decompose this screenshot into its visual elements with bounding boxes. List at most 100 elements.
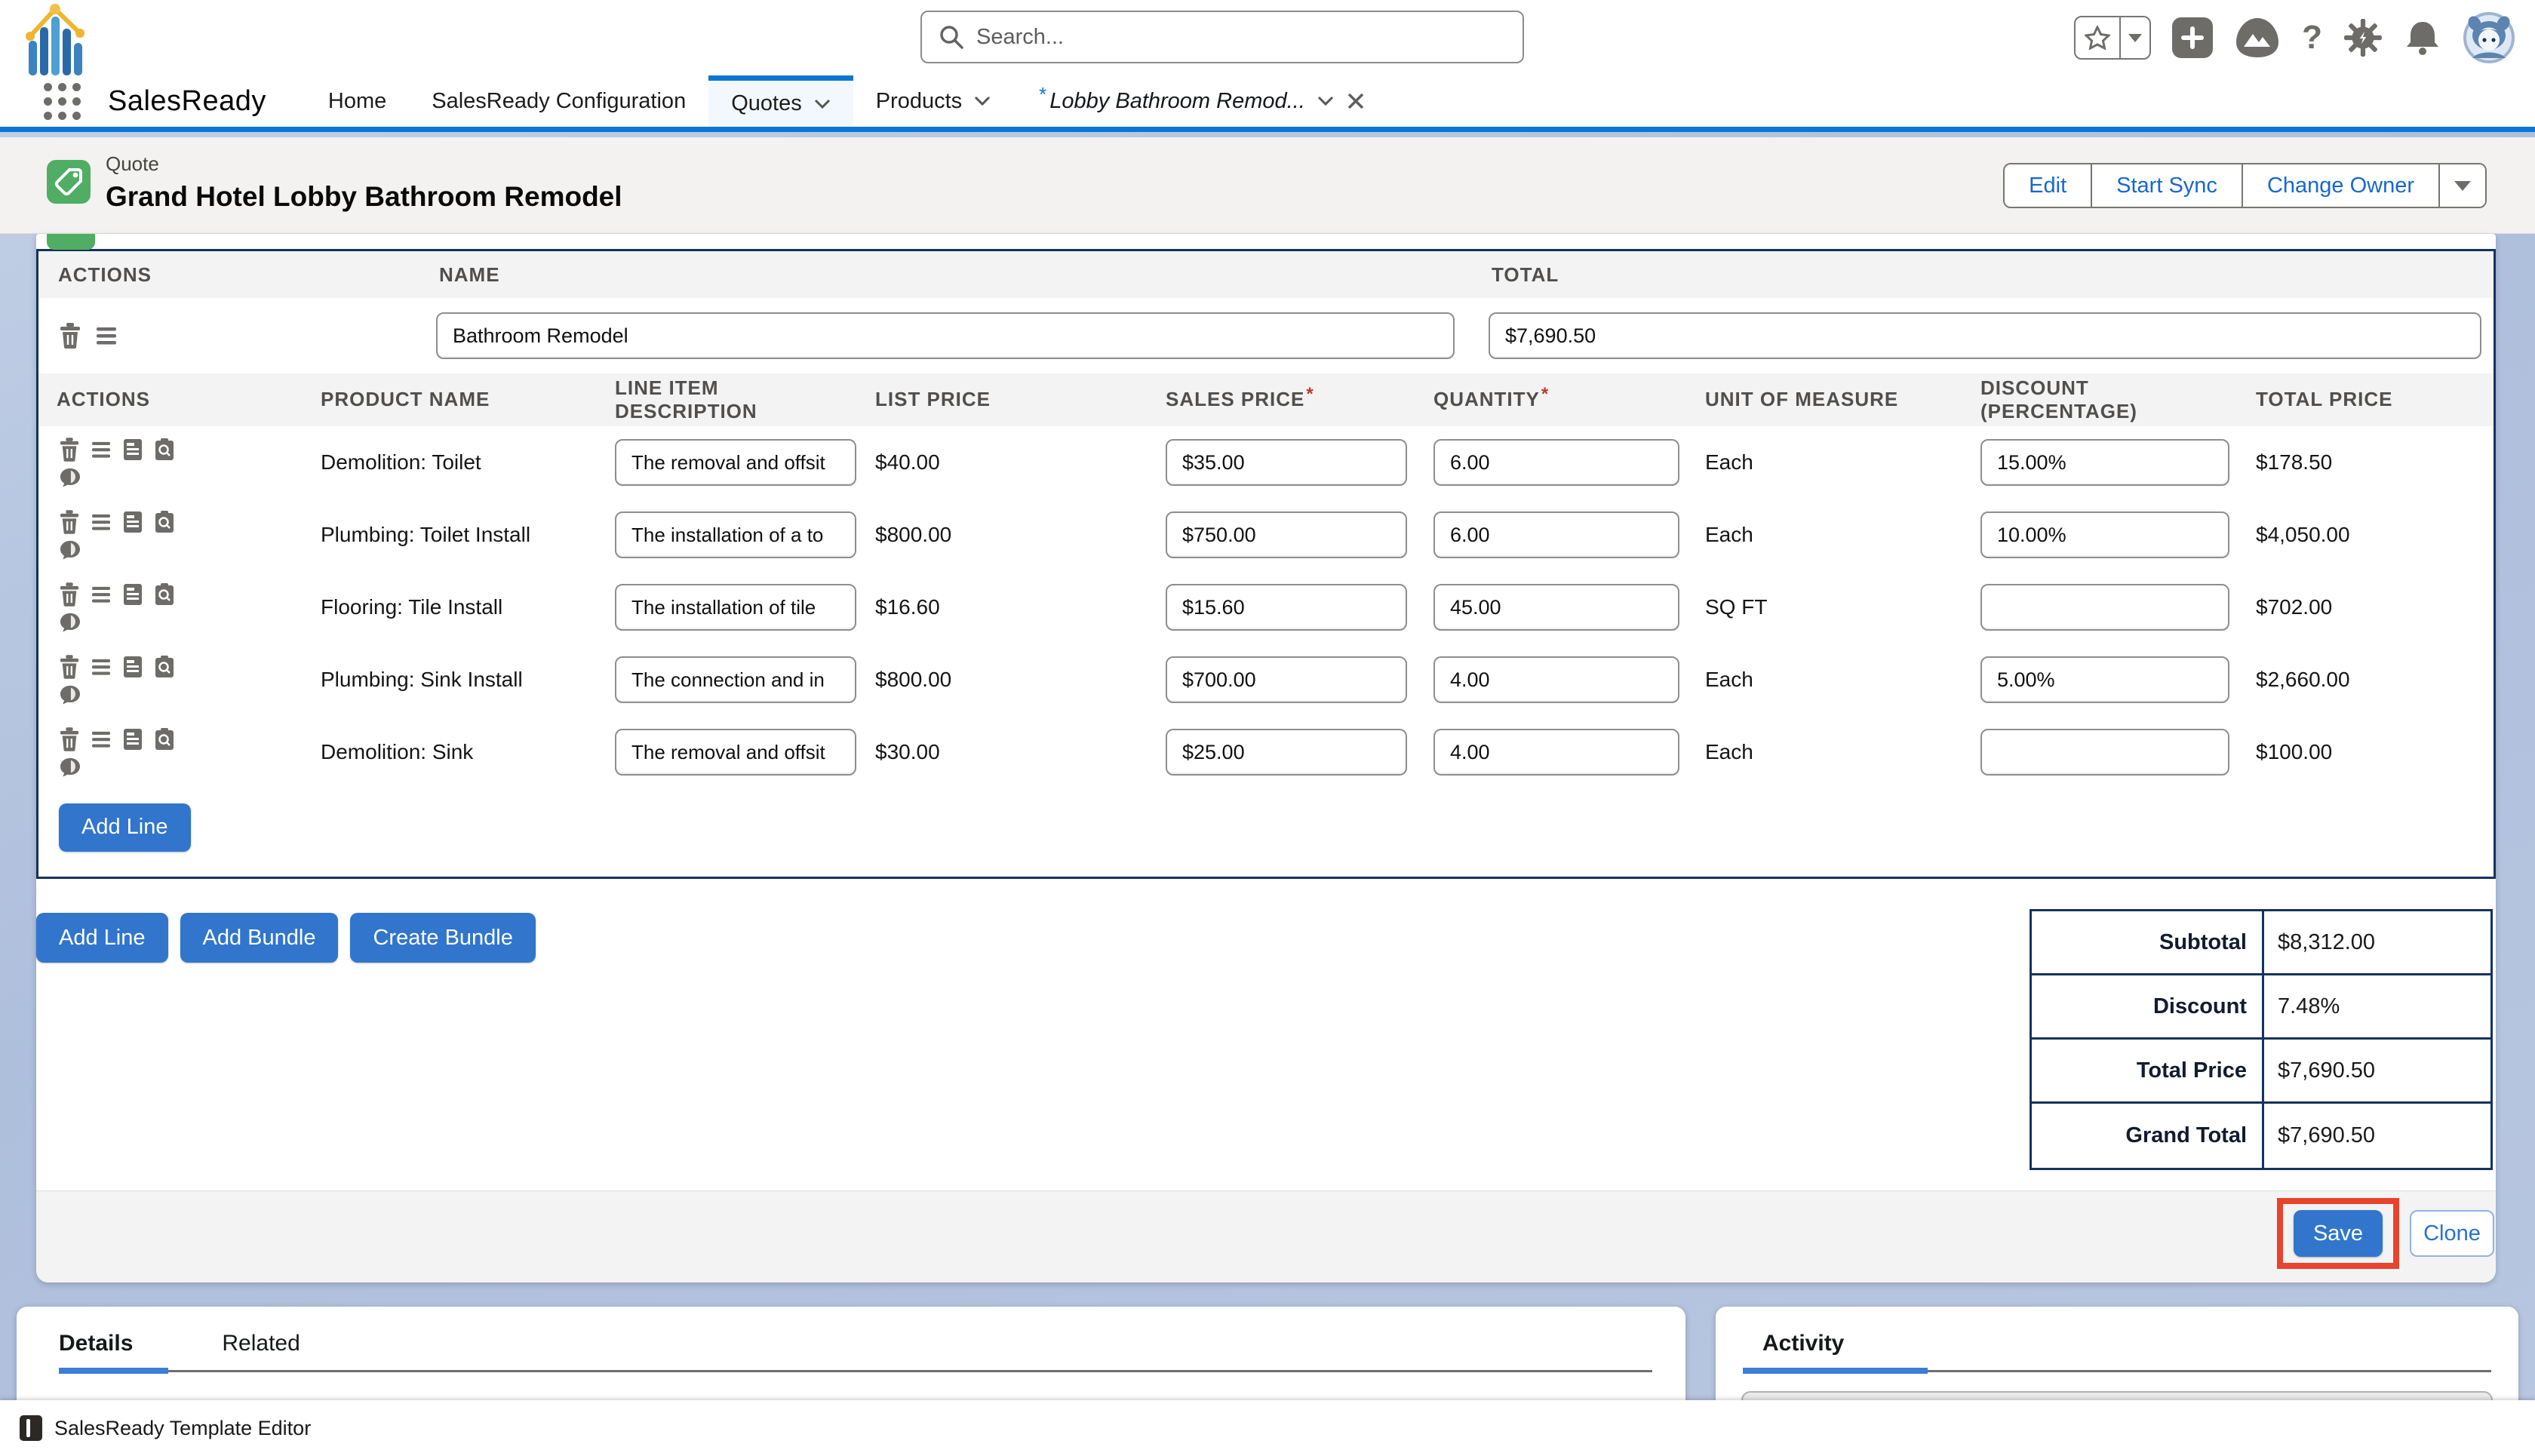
global-search[interactable] bbox=[920, 11, 1524, 63]
line-item-row: Plumbing: Sink Install $800.00 Each $2,6… bbox=[38, 644, 2494, 716]
line-description-input[interactable] bbox=[615, 439, 856, 486]
column-line-item-description: LINE ITEM DESCRIPTION bbox=[597, 376, 857, 423]
favorite-star-icon[interactable] bbox=[2076, 17, 2119, 58]
line-items-rows: Demolition: Toilet $40.00 Each $178.50 bbox=[38, 426, 2494, 788]
add-line-row: Add Line bbox=[38, 788, 2494, 866]
quantity-input[interactable] bbox=[1433, 729, 1679, 776]
sales-price-input[interactable] bbox=[1166, 584, 1407, 631]
sales-price-input[interactable] bbox=[1166, 439, 1407, 486]
line-notes-icon[interactable] bbox=[123, 728, 143, 751]
tab-details[interactable]: Details bbox=[59, 1331, 133, 1356]
nav-tab-salesready-configuration[interactable]: SalesReady Configuration bbox=[432, 89, 686, 114]
line-lookup-icon[interactable] bbox=[155, 728, 174, 751]
section-menu-icon[interactable] bbox=[96, 326, 117, 346]
line-lookup-icon[interactable] bbox=[155, 438, 174, 461]
line-comment-icon[interactable] bbox=[60, 685, 81, 705]
summary-row: Subtotal $8,312.00 bbox=[2032, 911, 2490, 975]
line-comment-icon[interactable] bbox=[60, 468, 81, 487]
quote-editor-card: ACTIONS NAME TOTAL ACTIONS PRODUC bbox=[36, 234, 2496, 1282]
quick-create-icon[interactable] bbox=[2172, 17, 2213, 58]
nav-tab-products[interactable]: Products bbox=[876, 89, 991, 114]
utility-bar-item[interactable]: SalesReady Template Editor bbox=[0, 1400, 2535, 1456]
discount-input[interactable] bbox=[1980, 584, 2229, 631]
discount-input[interactable] bbox=[1980, 511, 2229, 558]
line-description-input[interactable] bbox=[615, 729, 856, 776]
bulk-actions-bar: Add Line Add Bundle Create Bundle bbox=[36, 913, 536, 963]
line-menu-icon[interactable] bbox=[91, 441, 111, 459]
line-notes-icon[interactable] bbox=[123, 583, 143, 606]
notifications-bell-icon[interactable] bbox=[2404, 19, 2441, 57]
favorites-caret-icon[interactable] bbox=[2119, 17, 2149, 58]
delete-line-icon[interactable] bbox=[60, 438, 79, 462]
search-input[interactable] bbox=[976, 25, 1506, 50]
line-menu-icon[interactable] bbox=[91, 585, 111, 604]
line-description-input[interactable] bbox=[615, 584, 856, 631]
line-menu-icon[interactable] bbox=[91, 658, 111, 676]
line-description-input[interactable] bbox=[615, 511, 856, 558]
line-item-row: Flooring: Tile Install $16.60 SQ FT $702… bbox=[38, 571, 2494, 644]
discount-input[interactable] bbox=[1980, 729, 2229, 776]
line-notes-icon[interactable] bbox=[123, 438, 143, 461]
chevron-down-icon bbox=[974, 96, 991, 106]
clone-button[interactable]: Clone bbox=[2410, 1210, 2494, 1257]
delete-line-icon[interactable] bbox=[60, 510, 79, 534]
line-lookup-icon[interactable] bbox=[155, 511, 174, 533]
discount-input[interactable] bbox=[1980, 656, 2229, 703]
app-launcher-icon[interactable] bbox=[44, 83, 81, 120]
total-price-value: $702.00 bbox=[2238, 595, 2494, 619]
quantity-input[interactable] bbox=[1433, 584, 1679, 631]
line-actions bbox=[38, 438, 303, 487]
quantity-input[interactable] bbox=[1433, 439, 1679, 486]
change-owner-button[interactable]: Change Owner bbox=[2243, 164, 2440, 207]
section-name-input[interactable] bbox=[436, 312, 1455, 359]
setup-gear-icon[interactable] bbox=[2343, 18, 2383, 57]
line-notes-icon[interactable] bbox=[123, 656, 143, 678]
delete-section-icon[interactable] bbox=[60, 323, 81, 349]
line-comment-icon[interactable] bbox=[60, 757, 81, 777]
line-comment-icon[interactable] bbox=[60, 540, 81, 560]
delete-line-icon[interactable] bbox=[60, 582, 79, 607]
line-lookup-icon[interactable] bbox=[155, 583, 174, 606]
header-icons: ? bbox=[2074, 0, 2515, 75]
line-description-input[interactable] bbox=[615, 656, 856, 703]
sales-price-input[interactable] bbox=[1166, 729, 1407, 776]
help-icon[interactable]: ? bbox=[2302, 21, 2322, 54]
add-line-button[interactable]: Add Line bbox=[36, 913, 168, 963]
line-menu-icon[interactable] bbox=[91, 513, 111, 531]
sales-price-input[interactable] bbox=[1166, 656, 1407, 703]
section-total-input[interactable] bbox=[1489, 312, 2481, 359]
nav-tab-home[interactable]: Home bbox=[328, 89, 386, 114]
favorites-split-button[interactable] bbox=[2074, 16, 2151, 60]
app-root: ? bbox=[0, 0, 2535, 1456]
save-button[interactable]: Save bbox=[2294, 1210, 2383, 1257]
add-bundle-button[interactable]: Add Bundle bbox=[180, 913, 339, 963]
tab-related[interactable]: Related bbox=[222, 1331, 300, 1356]
list-price-value: $800.00 bbox=[857, 523, 1148, 547]
delete-line-icon[interactable] bbox=[60, 655, 79, 679]
sales-price-input[interactable] bbox=[1166, 511, 1407, 558]
discount-input[interactable] bbox=[1980, 439, 2229, 486]
required-marker: * bbox=[1306, 384, 1314, 404]
more-actions-caret[interactable] bbox=[2440, 164, 2485, 207]
quote-object-icon bbox=[47, 160, 91, 204]
delete-line-icon[interactable] bbox=[60, 727, 79, 751]
nav-tab-quote-record[interactable]: *Lobby Bathroom Remod... bbox=[1039, 89, 1366, 114]
line-notes-icon[interactable] bbox=[123, 511, 143, 533]
line-item-row: Demolition: Sink $30.00 Each $100.00 bbox=[38, 716, 2494, 788]
quantity-input[interactable] bbox=[1433, 511, 1679, 558]
list-price-value: $40.00 bbox=[857, 450, 1148, 475]
edit-button[interactable]: Edit bbox=[2005, 164, 2092, 207]
close-tab-icon[interactable] bbox=[1346, 91, 1366, 111]
create-bundle-button[interactable]: Create Bundle bbox=[350, 913, 535, 963]
start-sync-button[interactable]: Start Sync bbox=[2092, 164, 2243, 207]
user-avatar[interactable] bbox=[2463, 11, 2515, 64]
line-lookup-icon[interactable] bbox=[155, 656, 174, 678]
column-total: TOTAL bbox=[1472, 263, 2494, 287]
trailhead-guidance-icon[interactable] bbox=[2234, 16, 2281, 60]
line-comment-icon[interactable] bbox=[60, 613, 81, 632]
add-line-button[interactable]: Add Line bbox=[59, 803, 191, 852]
nav-tab-quotes[interactable]: Quotes bbox=[708, 75, 853, 127]
line-menu-icon[interactable] bbox=[91, 730, 111, 748]
quantity-input[interactable] bbox=[1433, 656, 1679, 703]
chevron-down-icon bbox=[1317, 96, 1334, 106]
